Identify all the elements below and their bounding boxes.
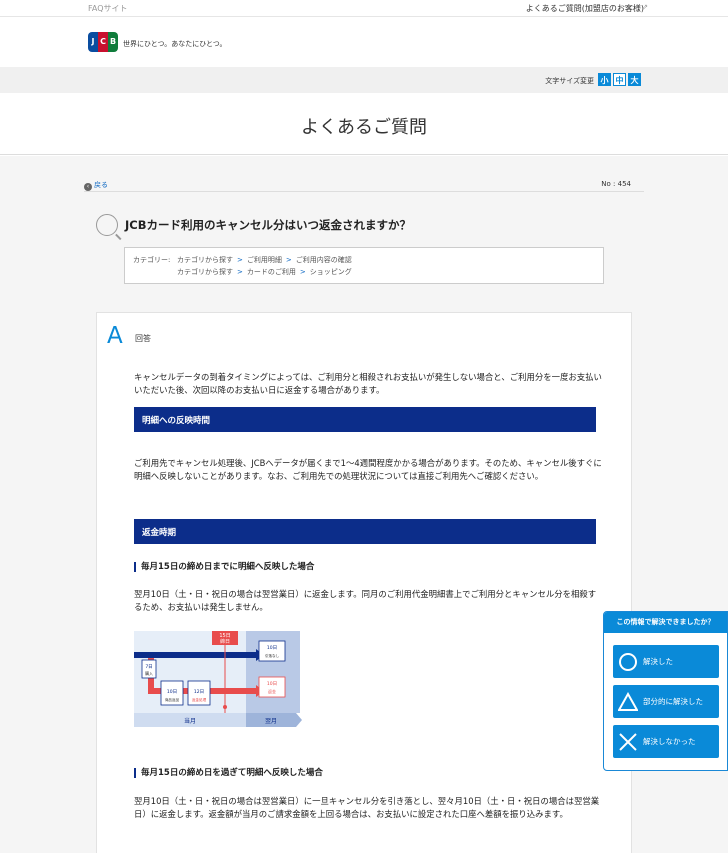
tagline: 世界にひとつ。あなたにひとつ。	[123, 40, 227, 48]
page-title: よくあるご質問	[301, 117, 427, 138]
answer-a-icon: A	[107, 323, 123, 349]
answer-intro: キャンセルデータの到着タイミングによっては、ご利用分と相殺されお支払いが発生しな…	[134, 372, 602, 395]
partial-label: 部分的に解決した	[643, 697, 703, 706]
diagram-refund: 返金	[268, 688, 276, 694]
chevron-right-icon: >	[237, 268, 243, 276]
answer-card: A 回答 キャンセルデータの到着タイミングによっては、ご利用分と相殺されお支払い…	[96, 312, 632, 853]
partially-solved-button[interactable]: 部分的に解決した	[613, 685, 719, 718]
jcb-logo[interactable]: J C B	[88, 32, 118, 52]
solved-label: 解決した	[643, 657, 673, 666]
category-link[interactable]: ご利用内容の確認	[296, 254, 352, 266]
diagram-next-month: 翌月	[265, 718, 277, 725]
question-heading: JCBカード利用のキャンセル分はいつ返金されますか？	[96, 214, 411, 236]
chevron-right-icon: >	[285, 256, 292, 264]
diagram-closing: 締日	[220, 638, 230, 645]
section-heading: 返金時期	[134, 519, 596, 544]
external-link-icon: ⇗	[642, 3, 648, 11]
refund-timeline-diagram: 当月 翌月 15日 締日 7日 購入 10日 商品返品 12日 返金処理 10日…	[134, 631, 302, 727]
diagram-purchase: 購入	[145, 670, 153, 676]
chevron-left-icon: ‹	[84, 183, 92, 191]
font-size-label: 文字サイズ変更	[545, 77, 594, 85]
section-heading: 明細への反映時間	[134, 407, 596, 432]
logo-letter-b: B	[108, 32, 118, 52]
not-solved-button[interactable]: 解決しなかった	[613, 725, 719, 758]
question-q-icon	[96, 214, 118, 236]
cross-icon	[613, 732, 643, 752]
logo-letter-c: C	[98, 32, 108, 52]
diagram-day10b: 10日	[267, 645, 277, 651]
diagram-day10a: 10日	[167, 689, 177, 695]
category-link[interactable]: カードのご利用	[247, 266, 296, 278]
site-name: FAQサイト	[88, 4, 128, 13]
solved-button[interactable]: 解決した	[613, 645, 719, 678]
header: J C B 世界にひとつ。あなたにひとつ。	[0, 17, 728, 67]
merchant-faq-link[interactable]: よくあるご質問(加盟店のお客様)	[526, 3, 644, 14]
diagram-no-debit: 引落なし	[265, 653, 280, 658]
back-label: 戻る	[94, 181, 108, 189]
section-text: ご利用先でキャンセル処理後、JCBへデータが届くまで1〜4週間程度かかる場合があ…	[134, 458, 602, 481]
diagram-product-return: 商品返品	[165, 697, 180, 702]
back-link[interactable]: ‹ 戻る	[84, 180, 108, 191]
chevron-right-icon: >	[237, 256, 243, 264]
subsection-text: 翌月10日（土・日・祝日の場合は翌営業日）に一旦キャンセル分を引き落とし、翌々月…	[134, 796, 600, 819]
title-band: よくあるご質問	[0, 93, 728, 155]
subsection-text: 翌月10日（土・日・祝日の場合は翌営業日）に返金します。同月のご利用代金明細書上…	[134, 589, 597, 612]
logo-letter-j: J	[88, 32, 98, 52]
category-link[interactable]: ご利用明細	[247, 254, 282, 266]
font-size-small-button[interactable]: 小	[598, 73, 611, 86]
font-size-bar: 文字サイズ変更 小 中 大	[0, 67, 728, 93]
circle-icon	[613, 652, 643, 672]
category-label: カテゴリー:	[133, 256, 171, 264]
font-size-medium-button[interactable]: 中	[613, 73, 626, 86]
category-link[interactable]: ショッピング	[310, 266, 352, 278]
chevron-right-icon: >	[299, 268, 306, 276]
diagram-day12: 12日	[194, 689, 204, 695]
diagram-this-month: 当月	[184, 717, 196, 725]
triangle-icon	[613, 691, 643, 712]
diagram-day7: 7日	[145, 664, 152, 670]
unsolved-label: 解決しなかった	[643, 737, 696, 746]
category-link[interactable]: カテゴリから探す	[177, 266, 233, 278]
question-title: JCBカード利用のキャンセル分はいつ返金されますか？	[125, 218, 411, 232]
subsection-heading: 毎月15日の締め日までに明細へ反映した場合	[134, 562, 314, 572]
feedback-title: この情報で解決できましたか？	[604, 612, 727, 633]
feedback-panel: この情報で解決できましたか？ 解決した 部分的に解決した 解決しなかった	[603, 611, 728, 771]
category-link[interactable]: カテゴリから探す	[177, 254, 233, 266]
diagram-day10c: 10日	[267, 681, 277, 687]
answer-label: 回答	[135, 334, 151, 343]
diagram-cancel: 返金処理	[192, 697, 207, 702]
question-number: No : 454	[601, 180, 631, 188]
font-size-large-button[interactable]: 大	[628, 73, 641, 86]
category-box: カテゴリー: カテゴリから探す > ご利用明細 > ご利用内容の確認 カテゴリから探…	[124, 247, 604, 284]
subsection-heading: 毎月15日の締め日を過ぎて明細へ反映した場合	[134, 768, 323, 778]
top-bar: FAQサイト よくあるご質問(加盟店のお客様) ⇗	[0, 0, 728, 17]
nav-row: ‹ 戻る No : 454	[84, 180, 644, 192]
